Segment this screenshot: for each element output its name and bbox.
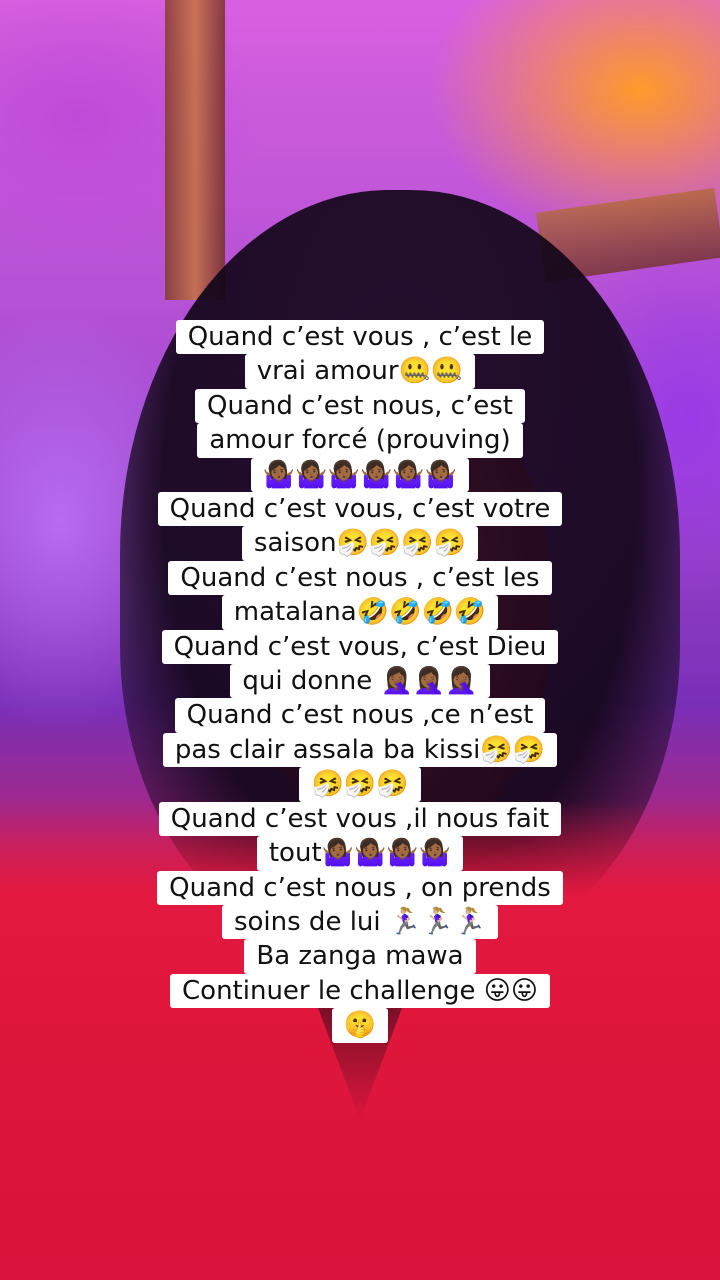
caption-line: Continuer le challenge 😛😛 xyxy=(170,973,550,1009)
caption-line: 🤫 xyxy=(331,1008,389,1043)
caption-line: 🤧🤧🤧 xyxy=(299,767,421,802)
caption-line: Quand c’est nous ,ce n’est xyxy=(174,698,546,733)
caption-line: Quand c’est vous, c’est Dieu xyxy=(161,629,559,665)
caption-line: soins de lui 🏃🏼‍♀️🏃🏼‍♀️🏃🏼‍♀️ xyxy=(221,904,499,940)
caption-line: 🤷🏾‍♀️🤷🏾‍♀️🤷🏾‍♀️🤷🏾‍♀️🤷🏾‍♀️🤷🏾‍♀️ xyxy=(250,457,470,493)
caption-overlay: Quand c’est vous , c’est le vrai amour🤐🤐… xyxy=(40,320,680,1043)
caption-line: vrai amour🤐🤐 xyxy=(244,354,476,389)
video-frame: Quand c’est vous , c’est le vrai amour🤐🤐… xyxy=(0,0,720,1280)
caption-line: Quand c’est vous ,il nous fait xyxy=(158,801,562,837)
caption-line: amour forcé (prouving) xyxy=(197,423,523,458)
caption-line: Quand c’est vous, c’est votre xyxy=(157,492,563,527)
caption-line: Quand c’est nous, c’est xyxy=(195,388,525,424)
caption-line: tout🤷🏾‍♀️🤷🏾‍♀️🤷🏾‍♀️🤷🏾‍♀️ xyxy=(256,836,464,871)
caption-line: matalana🤣🤣🤣🤣 xyxy=(221,595,499,630)
background-picture-frame xyxy=(165,0,225,300)
caption-line: Ba zanga mawa xyxy=(244,939,476,974)
caption-line: Quand c’est vous , c’est le xyxy=(175,320,545,355)
caption-line: Quand c’est nous , c’est les xyxy=(168,560,552,596)
caption-line: pas clair assala ba kissi🤧🤧 xyxy=(162,732,558,768)
caption-line: saison🤧🤧🤧🤧 xyxy=(241,526,479,561)
caption-line: Quand c’est nous , on prends xyxy=(157,870,563,905)
caption-line: qui donne 🤦🏾‍♀️🤦🏾‍♀️🤦🏾‍♀️ xyxy=(230,664,490,699)
